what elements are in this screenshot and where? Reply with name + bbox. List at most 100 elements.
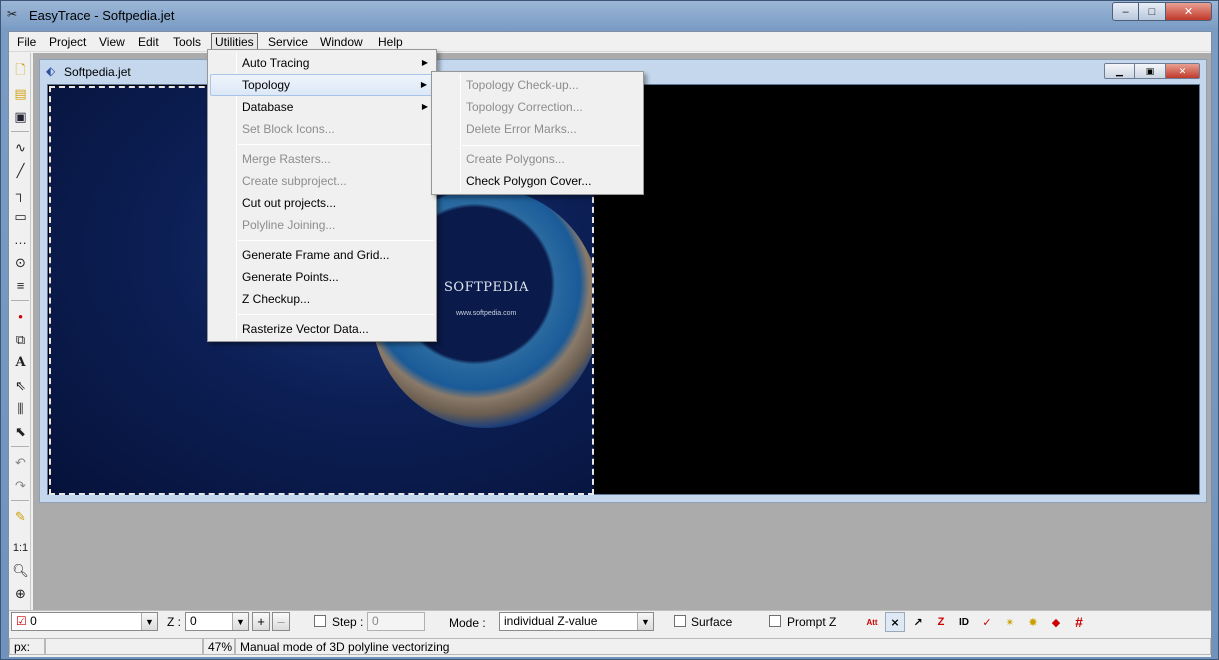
mode-combo[interactable]: individual Z-value ▼ [499, 612, 654, 631]
direction-icon[interactable]: ↗ [908, 612, 928, 632]
point-icon[interactable]: • [12, 308, 29, 325]
text-icon[interactable]: A [12, 354, 29, 371]
watermark-url: www.softpedia.com [456, 310, 517, 317]
z-color-icon[interactable]: Z [931, 612, 951, 632]
hatch-icon[interactable]: ≡ [12, 277, 29, 294]
menu-item-check-polygon-cover[interactable]: Check Polygon Cover... [434, 170, 643, 192]
new-file-icon[interactable]: 🗋 [12, 62, 29, 80]
minimize-button[interactable]: – [1112, 2, 1139, 21]
menu-tools[interactable]: Tools [169, 33, 205, 51]
attribute-icon[interactable]: Att [862, 612, 882, 632]
check-marks-icon[interactable]: ✓ [977, 612, 997, 632]
menu-item-merge-rasters[interactable]: Merge Rasters... [210, 148, 436, 170]
open-folder-icon[interactable]: ▤ [12, 85, 29, 102]
submenu-arrow-icon: ▶ [421, 102, 428, 111]
chevron-down-icon[interactable]: ▼ [637, 613, 653, 630]
z-decrease-button[interactable]: – [272, 612, 290, 631]
vertex-icon[interactable]: ⨯ [885, 612, 905, 632]
menu-separator [462, 145, 640, 146]
z-label: Z : [167, 615, 181, 629]
step-input[interactable]: 0 [367, 612, 425, 631]
prompt-z-checkbox[interactable] [769, 615, 781, 627]
orthogonal-line-icon[interactable]: ┐ [12, 185, 29, 202]
redo-icon[interactable]: ↷ [12, 477, 29, 494]
menu-item-set-block-icons[interactable]: Set Block Icons... [210, 118, 436, 140]
save-icon[interactable]: ▣ [12, 108, 29, 125]
rectangle-icon[interactable]: ▭ [12, 208, 29, 225]
menu-item-auto-tracing[interactable]: Auto Tracing ▶ [210, 52, 436, 74]
chevron-down-icon[interactable]: ▼ [141, 613, 157, 630]
menu-edit[interactable]: Edit [134, 33, 163, 51]
mode-value: individual Z-value [504, 614, 598, 628]
menu-view[interactable]: View [95, 33, 129, 51]
z-combo[interactable]: 0 ▼ [185, 612, 249, 631]
eraser-icon[interactable]: ◆ [1046, 612, 1066, 632]
menu-item-cut-out-projects[interactable]: Cut out projects... [210, 192, 436, 214]
layer-combo[interactable]: ☑ 0 ▼ [11, 612, 158, 631]
select-arrow-icon[interactable]: ⇖ [12, 377, 29, 394]
undo-icon[interactable]: ↶ [12, 454, 29, 471]
step-checkbox[interactable] [314, 615, 326, 627]
close-button[interactable]: ✕ [1166, 2, 1212, 21]
grid-icon[interactable]: # [1069, 612, 1089, 632]
sparkle-icon[interactable]: ✸ [1023, 612, 1043, 632]
maximize-button[interactable]: □ [1139, 2, 1166, 21]
menu-item-generate-points[interactable]: Generate Points... [210, 266, 436, 288]
menu-item-topology-correction[interactable]: Topology Correction... [434, 96, 643, 118]
step-label: Step : [332, 615, 364, 629]
window-controls: – □ ✕ [1112, 2, 1212, 21]
menu-file[interactable]: File [13, 33, 40, 51]
bottom-panel: ☑ 0 ▼ Z : 0 ▼ + – Step : 0 Mode : indivi… [9, 610, 1211, 657]
menu-item-create-polygons[interactable]: Create Polygons... [434, 148, 643, 170]
zoom-level: 47% [203, 638, 235, 655]
pencil-icon[interactable]: ✎ [12, 508, 29, 525]
document-name: Softpedia.jet [64, 65, 131, 79]
px-value-cell [45, 638, 203, 655]
magic-wand-icon[interactable]: ✴ [1000, 612, 1020, 632]
polyline-curve-icon[interactable]: ∿ [12, 139, 29, 156]
menu-item-polyline-joining[interactable]: Polyline Joining... [210, 214, 436, 236]
doc-minimize-button[interactable]: ▁ [1104, 63, 1135, 79]
menu-bar: File Project View Edit Tools Utilities S… [9, 32, 1211, 52]
z-increase-button[interactable]: + [252, 612, 270, 631]
select-region-icon[interactable]: ⬉ [12, 423, 29, 440]
zoom-fit-icon[interactable]: ⊕ [12, 585, 29, 602]
doc-close-button[interactable]: ✕ [1166, 63, 1200, 79]
menu-item-generate-frame-grid[interactable]: Generate Frame and Grid... [210, 244, 436, 266]
document-controls: ▁ ▣ ✕ [1104, 63, 1200, 79]
dotted-curve-icon[interactable]: … [12, 231, 29, 248]
window-title: EasyTrace - Softpedia.jet [29, 8, 175, 23]
menu-item-topology[interactable]: Topology ▶ [210, 74, 436, 96]
status-message: Manual mode of 3D polyline vectorizing [235, 638, 1211, 655]
menu-item-z-checkup[interactable]: Z Checkup... [210, 288, 436, 310]
surface-checkbox[interactable] [674, 615, 686, 627]
menu-item-topology-checkup[interactable]: Topology Check-up... [434, 74, 643, 96]
polyline-icon[interactable]: ╱ [12, 162, 29, 179]
multi-select-icon[interactable]: ⫼ [12, 400, 29, 417]
z-value: 0 [190, 614, 197, 628]
zoom-icon[interactable]: 🔍︎ [12, 562, 29, 579]
prompt-z-label: Prompt Z [787, 615, 837, 629]
toolbar-separator [11, 446, 29, 447]
menu-item-delete-error-marks[interactable]: Delete Error Marks... [434, 118, 643, 140]
id-icon[interactable]: ID [954, 612, 974, 632]
document-icon: ⬖ [46, 64, 56, 78]
layer-value: 0 [30, 614, 37, 628]
zoom-1to1-icon[interactable]: 1:1 [12, 539, 29, 556]
topology-submenu: Topology Check-up... Topology Correction… [431, 71, 644, 195]
status-bar: px: 47% Manual mode of 3D polyline vecto… [9, 636, 1211, 656]
toolbar-separator [11, 500, 29, 501]
chevron-down-icon[interactable]: ▼ [232, 613, 248, 630]
symbol-icon[interactable]: ⧉ [12, 331, 29, 348]
menu-item-rasterize-vector[interactable]: Rasterize Vector Data... [210, 318, 436, 340]
px-label: px: [9, 638, 45, 655]
menu-project[interactable]: Project [45, 33, 90, 51]
menu-item-database[interactable]: Database ▶ [210, 96, 436, 118]
utilities-menu: Auto Tracing ▶ Topology ▶ Database ▶ Set Bl… [207, 49, 437, 342]
doc-maximize-button[interactable]: ▣ [1135, 63, 1166, 79]
menu-item-create-subproject[interactable]: Create subproject... [210, 170, 436, 192]
left-toolbar: 🗋 ▤ ▣ ∿ ╱ ┐ ▭ … ⊙ ≡ • ⧉ A ⇖ ⫼ ⬉ ↶ ↷ ✎ 1:… [9, 53, 31, 613]
watermark-text: SOFTPEDIA [444, 280, 529, 295]
circle-icon[interactable]: ⊙ [12, 254, 29, 271]
surface-label: Surface [691, 615, 733, 629]
